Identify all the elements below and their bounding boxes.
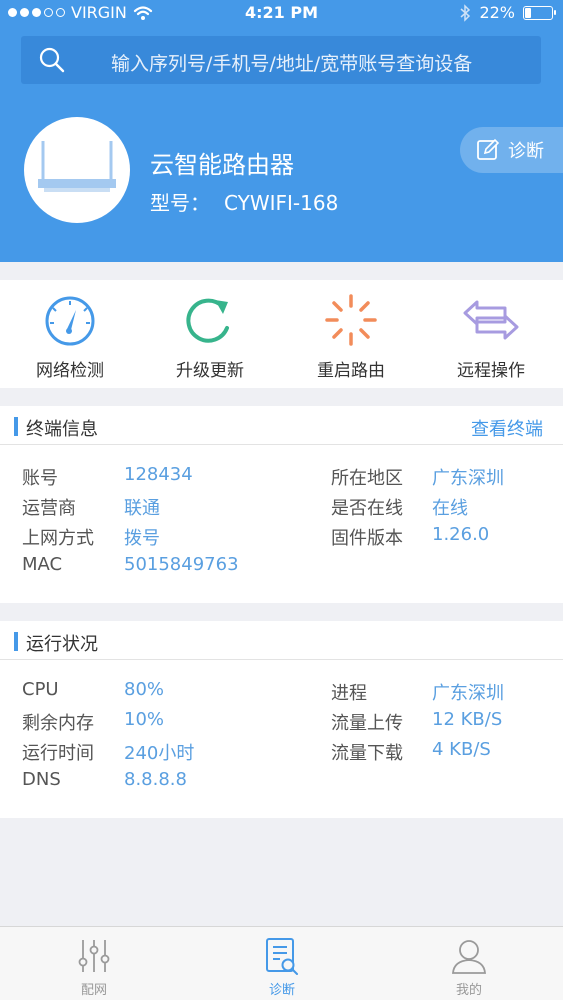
restart-spinner-icon	[325, 294, 377, 346]
tab-diagnose[interactable]: 诊断	[188, 927, 376, 1000]
status-label: 流量上传	[331, 713, 403, 734]
tab-bar: 配网 诊断 我的	[0, 926, 563, 1000]
info-value: 拨号	[124, 528, 160, 549]
running-status-card: 运行状况 CPU 80% 进程 广东深圳 剩余内存 10% 流量上传 12 KB…	[0, 621, 563, 818]
action-label: 网络检测	[36, 361, 104, 381]
info-label: 账号	[22, 468, 58, 489]
search-icon	[39, 47, 65, 73]
header: VIRGIN 4:21 PM 22% 输入序列号/手机号/地址/宽带账号查询设备	[0, 0, 563, 262]
info-value: 128434	[124, 464, 193, 485]
tab-label: 我的	[455, 983, 482, 998]
battery-fill	[525, 7, 532, 18]
bluetooth-icon	[460, 3, 471, 22]
status-label: 运行时间	[22, 743, 94, 764]
card-title: 运行状况	[26, 634, 98, 655]
view-terminal-link[interactable]: 查看终端	[471, 415, 543, 441]
status-value: 4 KB/S	[432, 739, 491, 760]
info-label: 是否在线	[331, 498, 403, 519]
action-remote-operation[interactable]: 远程操作	[421, 280, 561, 388]
info-value: 广东深圳	[432, 468, 504, 489]
action-label: 升级更新	[176, 361, 244, 381]
tab-profile[interactable]: 我的	[375, 927, 563, 1000]
status-value: 80%	[124, 679, 165, 700]
info-label: 上网方式	[22, 528, 94, 549]
status-label: 剩余内存	[22, 713, 94, 734]
info-value: 联通	[124, 498, 160, 519]
tab-network-setup[interactable]: 配网	[0, 927, 188, 1000]
info-label: 固件版本	[331, 528, 403, 549]
status-bar: VIRGIN 4:21 PM 22%	[0, 0, 563, 26]
device-avatar	[24, 117, 130, 223]
model-label: 型号：	[150, 191, 210, 215]
section-marker	[14, 632, 18, 651]
battery-percent: 22%	[479, 3, 515, 22]
sliders-icon	[78, 940, 110, 972]
swap-arrows-icon	[463, 300, 519, 340]
router-icon	[38, 141, 116, 192]
status-label: 流量下载	[331, 743, 403, 764]
card-title: 终端信息	[26, 419, 98, 440]
document-search-icon	[266, 938, 298, 975]
battery-icon	[523, 5, 556, 20]
info-label: 运营商	[22, 498, 76, 519]
card-header: 运行状况	[0, 621, 563, 660]
info-label: 所在地区	[331, 468, 403, 489]
status-value: 8.8.8.8	[124, 769, 187, 790]
speedometer-icon	[45, 296, 95, 346]
quick-actions: 网络检测 升级更新 重启路由 远程操作	[0, 280, 563, 388]
action-restart-router[interactable]: 重启路由	[281, 280, 421, 388]
status-right: 22%	[459, 3, 556, 22]
search-placeholder: 输入序列号/手机号/地址/宽带账号查询设备	[111, 53, 473, 75]
tab-label: 配网	[80, 983, 107, 998]
status-value: 10%	[124, 709, 165, 730]
action-network-check[interactable]: 网络检测	[0, 280, 140, 388]
action-label: 远程操作	[457, 361, 525, 381]
search-bar[interactable]: 输入序列号/手机号/地址/宽带账号查询设备	[21, 36, 541, 84]
status-value: 12 KB/S	[432, 709, 503, 730]
info-value: 1.26.0	[432, 524, 490, 545]
section-marker	[14, 417, 18, 436]
action-upgrade[interactable]: 升级更新	[140, 280, 280, 388]
edit-icon	[477, 138, 500, 160]
device-model: 型号： CYWIFI-168	[150, 187, 352, 216]
card-header: 终端信息 查看终端	[0, 406, 563, 445]
status-label: 进程	[331, 683, 367, 704]
model-value: CYWIFI-168	[224, 191, 339, 215]
info-label: MAC	[22, 554, 63, 575]
info-value: 在线	[432, 498, 468, 519]
status-value: 240小时	[124, 743, 195, 764]
status-label: DNS	[22, 769, 61, 790]
tab-label: 诊断	[268, 983, 295, 998]
status-label: CPU	[22, 679, 59, 700]
diagnose-button[interactable]: 诊断	[460, 127, 563, 173]
device-name: 云智能路由器	[150, 151, 294, 179]
terminal-info-card: 终端信息 查看终端 账号 128434 所在地区 广东深圳 运营商 联通 是否在…	[0, 406, 563, 603]
info-value: 5015849763	[124, 554, 239, 575]
status-value: 广东深圳	[432, 683, 504, 704]
action-label: 重启路由	[317, 361, 385, 381]
refresh-icon	[186, 298, 229, 343]
diagnose-label: 诊断	[508, 141, 544, 162]
user-icon	[452, 940, 486, 974]
